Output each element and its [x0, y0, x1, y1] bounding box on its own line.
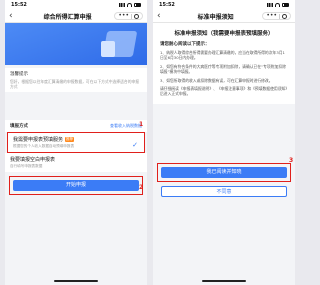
status-icons	[267, 3, 289, 7]
option-prefill[interactable]: 我需要申报表预填服务 推荐 根据您的个人收入数据自动预填申报表 ✓	[7, 132, 145, 153]
read-and-agree-button[interactable]: 我已阅读并知晓	[161, 167, 287, 178]
nav-bar: ‹ 综合所得汇算申报 •••	[5, 10, 147, 23]
option-prefill-title-row: 我需要申报表预填服务 推荐	[13, 136, 139, 143]
fill-method-title: 填报方式	[10, 124, 28, 129]
tips-text: 您好，根据您以往年度汇算清缴的申报数据，可在以下方式中选择适合的申报方式	[10, 79, 140, 89]
right-screen: 15:52 ‹ 标准申报须知 ••• 标准申报须知（我需要申报表预填服务） 请您…	[153, 0, 295, 285]
left-screen: 15:52 ‹ 综合所得汇算申报 ••• 温馨提示 您好，根据您以往年度汇算清缴…	[5, 0, 147, 285]
wifi-icon	[127, 3, 132, 7]
notice-paragraph-1: 1、纳税人取得综合所得需要办理汇算清缴的，应当在取得所得的次年3月1日至6月30…	[160, 50, 285, 61]
option-blank[interactable]: 我要填报空白申报表 自行填写申报表数据	[5, 153, 147, 172]
notice-paragraph-2: 2、如您有符合条件的大病医疗等专项附加扣除，请确认已在“专项附加扣除填报”模块中…	[160, 63, 286, 75]
more-icon[interactable]: •••	[118, 13, 129, 19]
start-declare-button[interactable]: 开始申报	[13, 180, 139, 191]
decline-wrap: 不同意	[153, 182, 295, 197]
status-bar: 15:52	[153, 0, 295, 10]
option-prefill-title: 我需要申报表预填服务	[13, 137, 64, 143]
start-button-highlight: 开始申报	[9, 176, 143, 195]
notice-body: 请您耐心阅读以下提示： 1、纳税人取得综合所得需要办理汇算清缴的，应当在取得所得…	[153, 41, 295, 104]
banner-illustration-doc	[101, 41, 115, 57]
home-indicator	[54, 280, 98, 282]
page-title: 综合所得汇算申报	[43, 13, 92, 21]
capsule-divider	[130, 13, 132, 19]
back-icon[interactable]: ‹	[157, 11, 169, 21]
signal-icon	[267, 3, 273, 7]
option-blank-desc: 自行填写申报表数据	[10, 164, 43, 168]
option-blank-title: 我要填报空白申报表	[10, 157, 56, 163]
back-icon[interactable]: ‹	[9, 11, 21, 21]
header-banner	[5, 23, 147, 65]
decline-button[interactable]: 不同意	[161, 186, 287, 197]
miniapp-capsule: •••	[262, 12, 291, 20]
signal-icon	[119, 3, 125, 7]
notice-title: 标准申报须知（我需要申报表预填服务）	[153, 23, 295, 41]
fill-method-header: 填报方式 查看收入纳税数据	[5, 120, 147, 132]
more-icon[interactable]: •••	[266, 13, 277, 19]
marker-2: 2	[139, 184, 144, 191]
miniapp-capsule: •••	[114, 12, 143, 20]
battery-icon	[134, 3, 141, 7]
status-bar: 15:52	[5, 0, 147, 10]
marker-3: 3	[289, 157, 294, 164]
recommend-badge: 推荐	[65, 137, 75, 142]
home-indicator	[202, 280, 246, 282]
status-time: 15:52	[159, 2, 175, 8]
read-button-highlight: 我已阅读并知晓	[157, 163, 291, 182]
close-circle-icon[interactable]	[133, 13, 139, 19]
status-time: 15:52	[11, 2, 27, 8]
notice-paragraph-3: 3、如您所取得的收入或扣除数据有误，可在汇算申报时进行修改。	[160, 77, 273, 83]
tips-title: 温馨提示	[10, 72, 28, 77]
tips-card: 温馨提示 您好，根据您以往年度汇算清缴的申报数据，可在以下方式中选择适合的申报方…	[5, 68, 147, 92]
marker-1: 1	[139, 121, 144, 128]
view-income-link[interactable]: 查看收入纳税数据	[110, 123, 142, 129]
page-title: 标准申报须知	[197, 13, 234, 21]
nav-bar: ‹ 标准申报须知 •••	[153, 10, 295, 23]
check-icon: ✓	[132, 141, 138, 149]
close-circle-icon[interactable]	[281, 13, 287, 19]
capsule-divider	[278, 13, 280, 19]
notice-paragraph-4: 请仔细阅读《申报表填报说明》、《申报注意事项》和《预填数据使用须知》后进入正式申…	[160, 86, 288, 97]
wifi-icon	[275, 3, 280, 7]
option-prefill-desc: 根据您的个人收入数据自动预填申报表	[13, 144, 75, 148]
status-icons	[119, 3, 141, 7]
notice-lead: 请您耐心阅读以下提示：	[160, 42, 210, 47]
battery-icon	[282, 3, 289, 7]
